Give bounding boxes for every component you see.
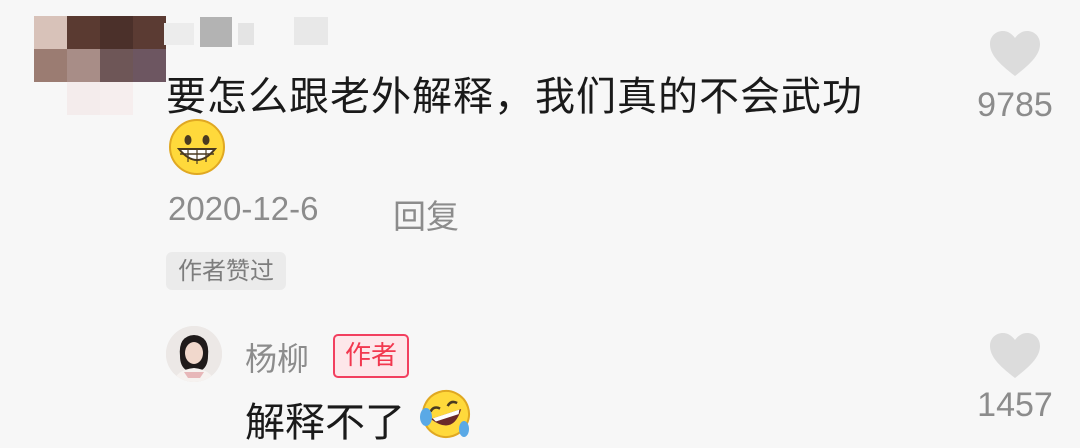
grinning-face-emoji-icon [169, 119, 225, 175]
like-count: 1457 [977, 386, 1053, 424]
commenter-avatar-pixelated[interactable] [34, 16, 166, 116]
author-avatar[interactable] [166, 326, 222, 382]
author-badge: 作者 [333, 334, 410, 378]
reply-text: 解释不了 [245, 400, 405, 446]
author-liked-badge: 作者赞过 [166, 252, 286, 290]
heart-icon[interactable] [988, 30, 1042, 78]
commenter-username-blurred[interactable] [164, 17, 334, 47]
comment-date: 2020-12-6 [168, 190, 319, 227]
heart-icon[interactable] [988, 332, 1042, 380]
reply-button[interactable]: 回复 [393, 190, 459, 238]
author-avatar-image [166, 326, 222, 382]
author-username[interactable]: 杨柳 [245, 334, 309, 380]
comment-text: 要怎么跟老外解释，我们真的不会武功 [166, 74, 863, 120]
rolling-on-floor-laughing-emoji-icon [420, 390, 470, 438]
like-count: 9785 [977, 86, 1053, 124]
